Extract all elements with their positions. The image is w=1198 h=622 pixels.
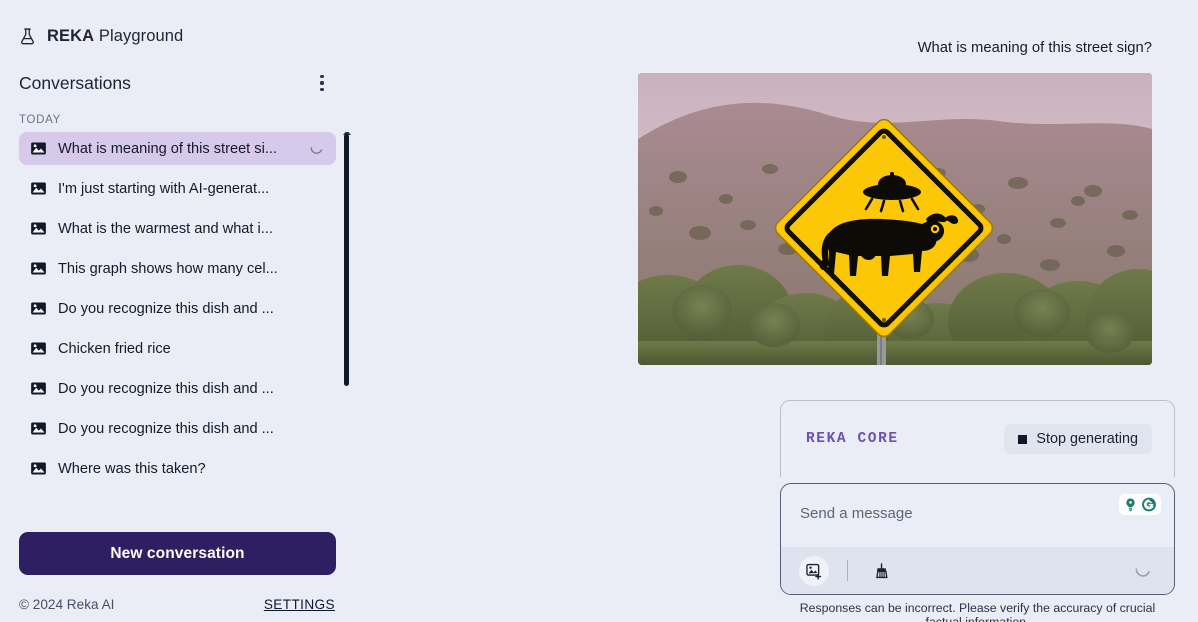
image-icon	[31, 342, 46, 355]
conversation-item[interactable]: What is the warmest and what i...	[19, 212, 336, 245]
image-icon	[31, 142, 46, 155]
conversation-list-scroll: What is meaning of this street si... I'm …	[0, 132, 355, 524]
reka-playground-app: REKA Playground Conversations TODAY What…	[0, 0, 1198, 622]
composer-spinner-icon	[1133, 560, 1153, 585]
disclaimer-text: Responses can be incorrect. Please verif…	[799, 601, 1156, 622]
add-image-button[interactable]	[799, 555, 829, 586]
image-icon	[31, 462, 46, 475]
brand-suffix: Playground	[98, 27, 184, 45]
scroll-down-arrow-icon[interactable]	[341, 521, 352, 524]
main-panel: What is meaning of this street sign? REK…	[355, 0, 1198, 622]
brand-text: REKA Playground	[47, 27, 183, 46]
add-image-icon	[806, 563, 822, 580]
composer-toolbar	[781, 547, 1174, 594]
scrollbar-thumb[interactable]	[344, 134, 349, 386]
toolbar-divider	[847, 560, 849, 581]
image-icon	[31, 422, 46, 435]
image-icon	[31, 262, 46, 275]
brand-logo: REKA Playground	[0, 0, 355, 56]
conversation-item[interactable]: Where was this taken?	[19, 452, 336, 485]
conversation-label: Do you recognize this dish and ...	[58, 300, 274, 317]
road-sign-photo	[638, 73, 1152, 365]
settings-link[interactable]: SETTINGS	[264, 597, 335, 612]
clear-conversation-button[interactable]	[869, 558, 895, 584]
conversation-label: Where was this taken?	[58, 460, 206, 477]
conversation-label: Chicken fried rice	[58, 340, 171, 357]
message-input-placeholder[interactable]: Send a message	[800, 505, 913, 522]
image-icon	[31, 382, 46, 395]
lightbulb-icon[interactable]	[1123, 496, 1138, 513]
spinner-icon	[310, 147, 323, 154]
stop-generating-button[interactable]: Stop generating	[1004, 424, 1152, 454]
conversation-item[interactable]: Chicken fried rice	[19, 332, 336, 365]
model-bar: REKA CORE Stop generating	[780, 400, 1175, 477]
conversation-label: I'm just starting with AI-generat...	[58, 180, 270, 197]
stop-generating-label: Stop generating	[1036, 431, 1138, 447]
model-name-label: REKA CORE	[806, 431, 899, 447]
sidebar: REKA Playground Conversations TODAY What…	[0, 0, 355, 622]
sidebar-footer: © 2024 Reka AI SETTINGS	[0, 575, 355, 612]
grammarly-g-icon[interactable]	[1141, 496, 1157, 513]
message-composer[interactable]: Send a message	[780, 483, 1175, 595]
conversation-item[interactable]: Do you recognize this dish and ...	[19, 372, 336, 405]
conversation-item[interactable]: This graph shows how many cel...	[19, 252, 336, 285]
conversation-item[interactable]: Do you recognize this dish and ...	[19, 412, 336, 445]
image-icon	[31, 302, 46, 315]
new-conversation-button[interactable]: New conversation	[19, 532, 336, 575]
conversation-group-label: TODAY	[19, 114, 62, 126]
broom-icon	[876, 562, 888, 578]
conversation-item[interactable]: Do you recognize this dish and ...	[19, 292, 336, 325]
conversation-item[interactable]: What is meaning of this street si...	[19, 132, 336, 165]
stop-square-icon	[1018, 434, 1028, 444]
composer-input-area[interactable]: Send a message	[781, 484, 1174, 547]
grammarly-badge[interactable]	[1119, 494, 1161, 515]
conversation-label: Do you recognize this dish and ...	[58, 380, 274, 397]
image-icon	[31, 222, 46, 235]
flask-icon	[17, 26, 38, 47]
brand-name: REKA	[47, 27, 95, 45]
user-message: What is meaning of this street sign?	[917, 40, 1152, 56]
conversation-label: This graph shows how many cel...	[58, 260, 278, 277]
sidebar-scrollbar[interactable]	[342, 132, 352, 524]
new-conversation-wrap: New conversation	[0, 524, 355, 575]
conversation-label: What is meaning of this street si...	[58, 140, 277, 157]
kebab-menu-icon[interactable]	[311, 70, 333, 96]
conversation-label: What is the warmest and what i...	[58, 220, 273, 237]
conversation-item[interactable]: I'm just starting with AI-generat...	[19, 172, 336, 205]
attached-image[interactable]	[638, 73, 1152, 365]
conversations-header: Conversations	[0, 56, 355, 96]
image-icon	[31, 182, 46, 195]
conversation-label: Do you recognize this dish and ...	[58, 420, 274, 437]
conversations-title: Conversations	[19, 72, 131, 93]
copyright-text: © 2024 Reka AI	[19, 597, 115, 612]
conversation-list: What is meaning of this street si... I'm …	[19, 132, 336, 492]
